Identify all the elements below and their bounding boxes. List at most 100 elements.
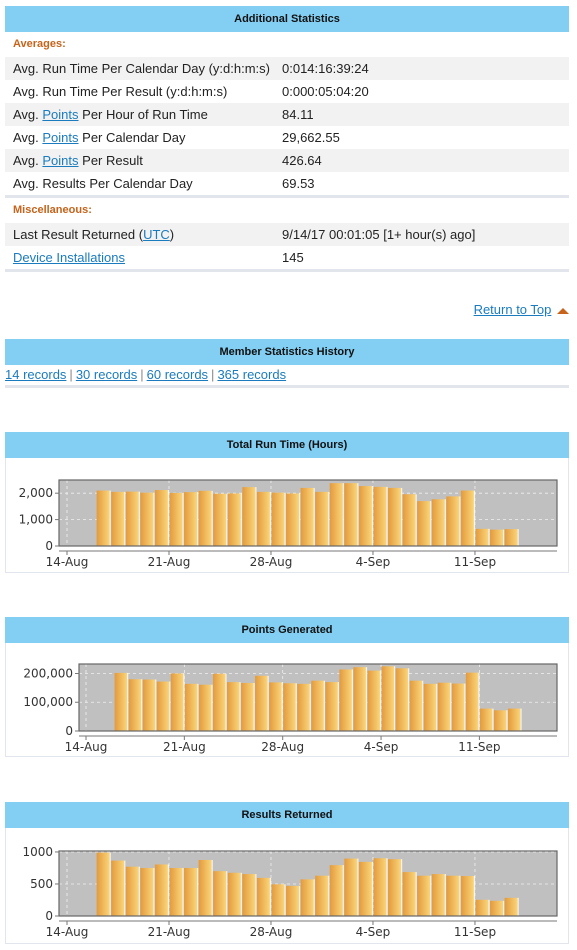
bar (96, 490, 110, 546)
records-link-30[interactable]: 30 records (76, 367, 137, 382)
stat-label: Avg. Results Per Calendar Day (13, 172, 193, 195)
x-tick-label: 28-Aug (250, 555, 293, 569)
stat-label-text: Avg. Run Time Per Result (y:d:h:m:s) (13, 84, 228, 99)
bar (227, 493, 241, 546)
points-link[interactable]: Points (42, 153, 78, 168)
stat-label-suffix: Per Calendar Day (78, 130, 186, 145)
records-link-365[interactable]: 365 records (217, 367, 286, 382)
bar (381, 666, 395, 731)
member-statistics-history-header: Member Statistics History (5, 339, 569, 365)
stat-label: Avg. Points Per Calendar Day (13, 126, 185, 149)
bar (154, 864, 168, 916)
bar (451, 683, 465, 731)
stat-row: Avg. Run Time Per Result (y:d:h:m:s) 0:0… (5, 80, 569, 103)
bar (344, 483, 358, 546)
bar (241, 682, 254, 731)
bar (297, 683, 310, 731)
records-link-14[interactable]: 14 records (5, 367, 66, 382)
y-tick-label: 1,000 (19, 513, 53, 527)
bar (114, 672, 128, 731)
records-selector: 14 records | 30 records | 60 records | 365 rec… (5, 365, 569, 385)
records-link-60[interactable]: 60 records (147, 367, 208, 382)
x-tick-label: 14-Aug (46, 925, 89, 939)
chart-points-generated: 0 100,000 200,000 14-Aug 21-Aug 28-Aug 4-Sep 11… (5, 643, 569, 757)
bar (446, 875, 460, 916)
chart-results-returned: 0 500 1000 14-Aug 21-Aug 28-Aug 4-Sep 11-Sep (5, 828, 569, 944)
x-tick-label: 4-Sep (356, 925, 391, 939)
stat-label-text: Avg. Results Per Calendar Day (13, 176, 193, 191)
points-generated-chart: 0 100,000 200,000 14-Aug 21-Aug 28-Aug 4-Sep 11… (23, 663, 558, 754)
bar (269, 682, 282, 731)
bar (315, 875, 329, 916)
total-run-time-chart: 0 1,000 2,000 14-Aug 21-Aug 28-Aug 4-Sep 11-Sep (19, 479, 558, 569)
bar (431, 874, 445, 916)
stat-label-suffix: ) (169, 227, 175, 242)
bar (125, 491, 139, 546)
bar (339, 669, 352, 731)
bar (198, 490, 212, 546)
stat-label: Avg. Run Time Per Calendar Day (y:d:h:m:… (13, 57, 270, 80)
return-to-top[interactable]: Return to Top (474, 302, 569, 317)
stat-label-suffix: Per Result (78, 153, 143, 168)
y-tick-label: 500 (30, 877, 53, 891)
bar (184, 867, 198, 916)
stat-row: Last Result Returned (UTC) 9/14/17 00:01… (5, 223, 569, 246)
stat-row: Avg. Points Per Result 426.64 (5, 149, 569, 172)
bar (329, 483, 343, 546)
bar (286, 885, 300, 916)
stat-value: 0:000:05:04:20 (282, 84, 369, 99)
bar (475, 528, 489, 546)
chart-title-results-returned: Results Returned (5, 802, 569, 828)
utc-link[interactable]: UTC (143, 227, 170, 242)
y-tick-label: 100,000 (23, 695, 73, 709)
stat-label: Avg. Points Per Hour of Run Time (13, 103, 208, 126)
stat-label-prefix: Last Result Returned ( (13, 227, 144, 242)
bar (184, 683, 198, 731)
bar (329, 865, 343, 916)
divider (5, 385, 569, 388)
bar (169, 867, 183, 916)
bar (156, 681, 170, 731)
bar (142, 679, 156, 731)
stat-label-text: Avg. Run Time Per Calendar Day (y:d:h:m:… (13, 61, 270, 76)
stat-value: 84.11 (282, 107, 314, 122)
bar (358, 861, 372, 916)
x-tick-label: 21-Aug (163, 740, 206, 754)
bar (213, 493, 227, 546)
bar (256, 491, 270, 546)
bar (493, 710, 507, 731)
bar (111, 860, 125, 916)
bar (255, 675, 268, 731)
bar (198, 684, 212, 731)
stat-label: Avg. Points Per Result (13, 149, 143, 172)
bar (283, 683, 296, 731)
bar (417, 501, 431, 546)
y-tick-label: 0 (65, 724, 73, 738)
return-to-top-link[interactable]: Return to Top (474, 302, 552, 317)
bar (300, 487, 314, 546)
bar (227, 682, 240, 731)
results-returned-chart: 0 500 1000 14-Aug 21-Aug 28-Aug 4-Sep 11-Sep (22, 845, 558, 939)
stat-row: Avg. Results Per Calendar Day 69.53 (5, 172, 569, 195)
bar (315, 491, 329, 546)
bar (242, 874, 256, 916)
bar (271, 884, 285, 916)
device-installations-value: 145 (282, 250, 304, 265)
x-tick-label: 11-Sep (458, 740, 500, 754)
miscellaneous-category-label: Miscellaneous: (5, 198, 569, 223)
bar (423, 683, 437, 731)
bar (344, 858, 358, 916)
points-link[interactable]: Points (42, 107, 78, 122)
bar (212, 673, 226, 731)
bar (479, 708, 493, 731)
bar (111, 491, 125, 546)
stat-row: Avg. Points Per Calendar Day 29,662.55 (5, 126, 569, 149)
points-link[interactable]: Points (42, 130, 78, 145)
bar (96, 852, 110, 916)
separator: | (211, 367, 215, 382)
y-tick-label: 0 (45, 909, 53, 923)
bar (460, 490, 474, 546)
bar (256, 877, 270, 916)
bar (170, 673, 184, 731)
device-installations-link[interactable]: Device Installations (13, 250, 125, 265)
